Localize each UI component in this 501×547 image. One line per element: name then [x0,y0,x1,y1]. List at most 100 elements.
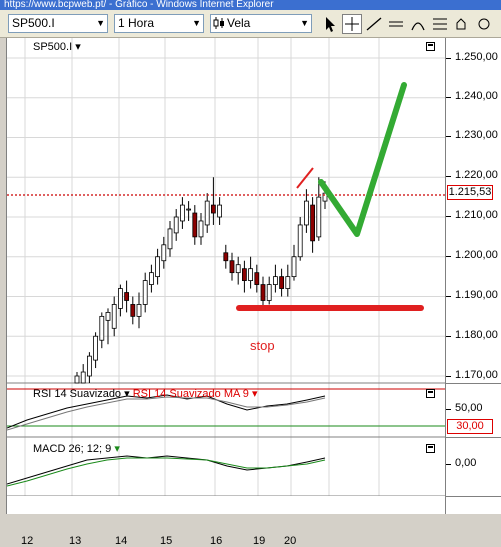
x-axis-band [7,496,446,514]
chart-area[interactable]: SP500.I ▾ RSI 14 Suavizado ▾ RSI 14 Suav… [6,38,446,547]
candle-body [291,256,297,278]
candle-body [229,260,235,274]
candle-body [241,268,247,282]
y-label: 1.220,00 [455,169,498,181]
crosshair-icon[interactable] [342,14,362,34]
text-icon[interactable] [408,14,428,34]
candle-body [167,228,173,250]
price-pane-symbol: SP500.I ▾ [33,41,81,53]
candle-body [87,355,92,377]
y-label: 1.210,00 [455,209,498,221]
candle-body [99,315,105,341]
chevron-down-icon: ▼ [192,18,201,28]
price-pane-symbol-label: SP500.I [33,41,73,53]
chart-type-value: Vela [227,16,251,30]
candle-body [142,280,148,305]
rsi-label-1: RSI 14 Suavizado [33,388,122,400]
pane-divider [446,496,501,497]
x-label-20: 20 [284,535,297,547]
rsi-ma-line [7,396,326,431]
pane-divider [446,437,501,438]
cursor-icon[interactable] [320,14,340,34]
candle-body [179,204,185,222]
x-label-13: 13 [69,535,82,547]
price-axis: 1.250,00 1.240,00 1.230,00 1.220,00 1.21… [445,38,501,514]
candle-body [111,304,117,329]
candle-body [93,335,98,361]
pane-divider [446,383,501,384]
x-label-19: 19 [253,535,266,547]
y-tick [446,296,451,297]
candle-body [272,276,278,285]
candle-body [155,256,161,278]
chevron-down-icon: ▼ [96,18,105,28]
rsi-pane-maximize-icon[interactable] [426,389,435,398]
y-tick [446,58,451,59]
settings-icon[interactable] [452,14,472,34]
more-tools-icon[interactable] [474,14,494,34]
last-price-badge: 1.215,53 [447,185,493,200]
resistance-mark [296,167,314,189]
macd-pane-maximize-icon[interactable] [426,444,435,453]
x-label-16: 16 [210,535,223,547]
trendline-icon[interactable] [364,14,384,34]
y-tick [446,136,451,137]
rsi-level-badge: 30,00 [447,419,493,434]
symbol-select[interactable]: SP500.I ▼ [8,14,108,33]
y-tick [446,97,451,98]
macd-signal-line [7,457,326,487]
candle-body [303,200,309,226]
y-tick [446,216,451,217]
window-title-bar: https://www.bcpweb.pt/ - Gráfico - Windo… [0,0,501,10]
y-label: 1.240,00 [455,90,498,102]
macd-line [7,455,326,485]
candle-body [80,371,86,384]
x-label-14: 14 [115,535,128,547]
candle-body [248,268,254,282]
x-label-12: 12 [21,535,34,547]
x-label-15: 15 [160,535,173,547]
candle-body [118,288,123,309]
macd-y-label: 0,00 [455,457,477,469]
chart-type-select[interactable]: Vela ▼ [210,14,312,33]
y-label: 1.170,00 [455,369,498,381]
y-label: 1.230,00 [455,129,498,141]
candle-body [285,276,291,289]
candle-body [217,204,223,218]
candle-body [148,272,154,285]
stop-annotation: stop [250,338,275,353]
candle-body [161,244,167,262]
y-tick [446,176,451,177]
candle-body [266,284,272,301]
fibonacci-icon[interactable] [430,14,450,34]
candle-body [130,304,136,317]
y-tick [446,409,451,410]
y-tick [446,464,451,465]
horizontal-line-icon[interactable] [386,14,406,34]
candle-body [310,204,316,242]
projection-arrow [318,82,407,237]
macd-label: MACD 26; 12; 9 [33,443,112,455]
candle-body [74,375,80,384]
rsi-pane-label: RSI 14 Suavizado ▾ RSI 14 Suavizado MA 9… [33,388,258,400]
candle-body [223,252,229,262]
rsi-y-label: 50,00 [455,402,483,414]
interval-select[interactable]: 1 Hora ▼ [114,14,204,33]
candle-body [105,311,111,321]
candle-body [279,276,285,289]
interval-value: 1 Hora [118,16,155,30]
price-pane-maximize-icon[interactable] [426,42,435,51]
y-tick [446,256,451,257]
candle-body [316,196,322,238]
candle-body [260,284,266,301]
candle-body [204,200,210,226]
candle-body [124,292,129,301]
candle-body [198,220,204,238]
y-tick [446,376,451,377]
y-tick [446,336,451,337]
chart-toolbar: SP500.I ▼ 1 Hora ▼ Vela ▼ [0,10,501,38]
candle-body [210,204,216,214]
candle-body [173,216,179,234]
candle-body [297,224,303,258]
y-label: 1.190,00 [455,289,498,301]
